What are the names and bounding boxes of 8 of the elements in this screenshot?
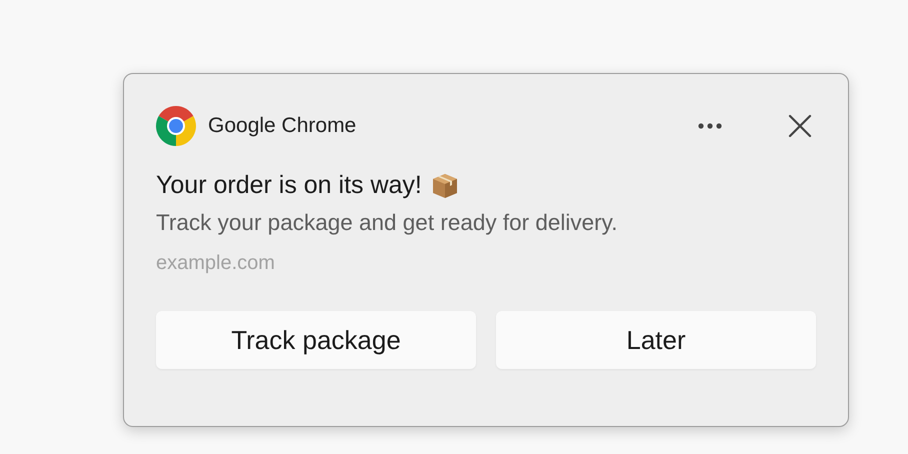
action-button[interactable]: Later [496,311,816,369]
chrome-logo-icon [156,106,196,146]
notification-message: Track your package and get ready for delivery. [156,210,618,236]
source-domain: example.com [156,252,276,275]
action-button[interactable]: Track package [156,311,476,369]
notification-title: Your order is on its way! [156,170,422,200]
close-icon[interactable] [786,112,814,140]
app-name: Google Chrome [208,114,358,138]
